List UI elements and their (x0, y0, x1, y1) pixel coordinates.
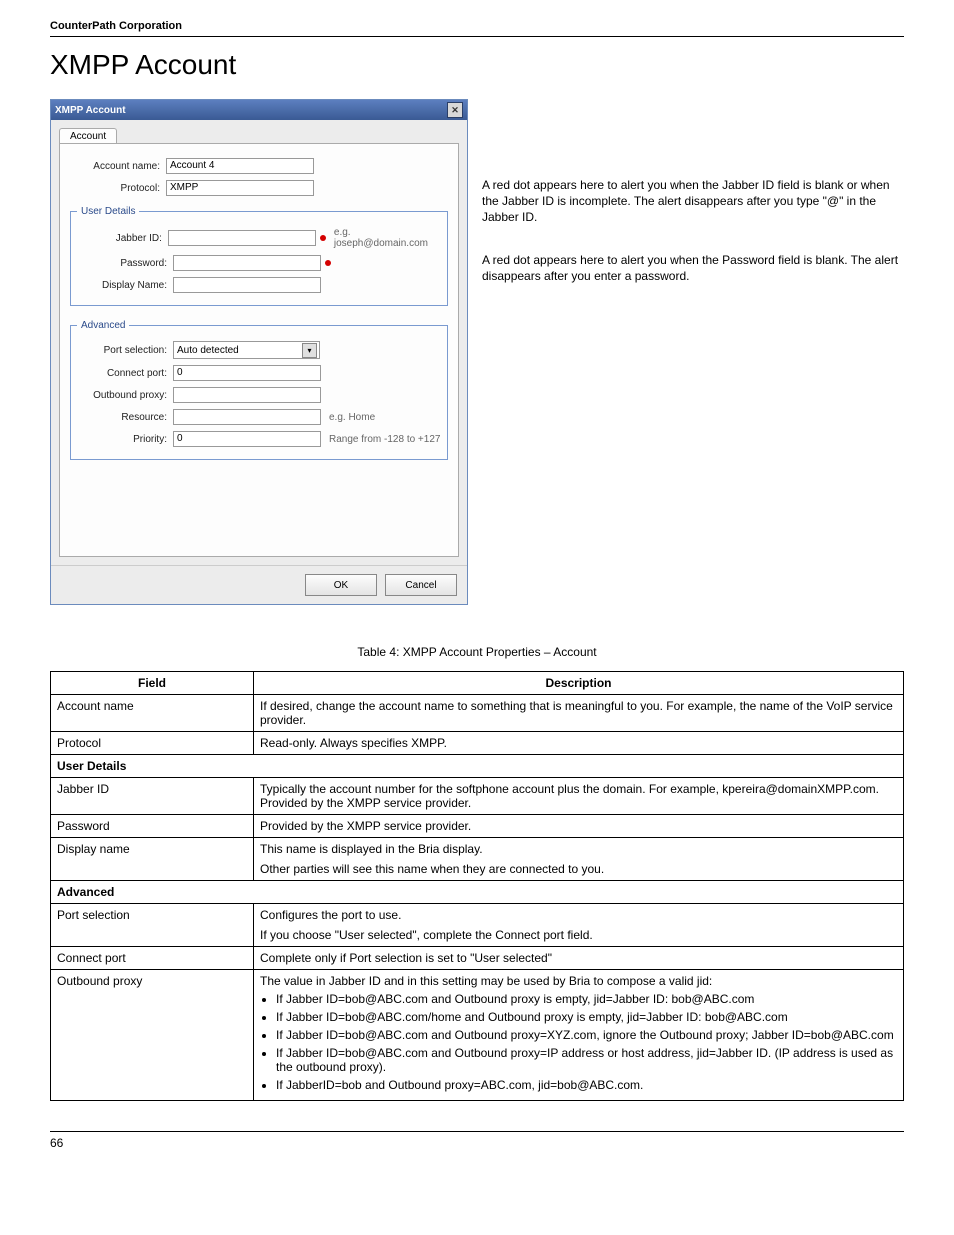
table-row: Account name If desired, change the acco… (51, 695, 904, 732)
advanced-legend: Advanced (77, 320, 129, 331)
cancel-button[interactable]: Cancel (385, 574, 457, 596)
xmpp-account-dialog: XMPP Account ✕ Account Account name: Acc… (50, 99, 468, 605)
table-row: Display name This name is displayed in t… (51, 838, 904, 881)
table-section-row: User Details (51, 755, 904, 778)
dialog-and-annotations: XMPP Account ✕ Account Account name: Acc… (50, 99, 904, 605)
page-header: CounterPath Corporation (50, 20, 904, 37)
tab-content: Account name: Account 4 Protocol: XMPP U… (59, 143, 459, 557)
alert-dot-icon (325, 260, 331, 266)
account-name-label: Account name: (70, 161, 160, 172)
chevron-down-icon: ▾ (302, 343, 317, 358)
table-row: Jabber ID Typically the account number f… (51, 778, 904, 815)
resource-label: Resource: (77, 412, 167, 423)
dialog-footer: OK Cancel (51, 565, 467, 604)
page-title: XMPP Account (50, 49, 904, 81)
annotations: A red dot appears here to alert you when… (482, 99, 904, 310)
display-name-label: Display Name: (77, 280, 167, 291)
connect-port-field[interactable]: 0 (173, 365, 321, 381)
priority-label: Priority: (77, 434, 167, 445)
password-label: Password: (77, 258, 167, 269)
annotation-password: A red dot appears here to alert you when… (482, 252, 904, 284)
th-description: Description (254, 672, 904, 695)
priority-hint: Range from -128 to +127 (329, 434, 440, 445)
password-field[interactable] (173, 255, 321, 271)
user-details-legend: User Details (77, 206, 139, 217)
resource-hint: e.g. Home (329, 412, 375, 423)
jabber-id-field[interactable] (168, 230, 316, 246)
priority-field[interactable]: 0 (173, 431, 321, 447)
th-field: Field (51, 672, 254, 695)
jabber-id-hint: e.g. joseph@domain.com (334, 227, 441, 249)
outbound-proxy-label: Outbound proxy: (77, 390, 167, 401)
table-row: Port selection Configures the port to us… (51, 904, 904, 947)
tab-account[interactable]: Account (59, 128, 117, 144)
alert-dot-icon (320, 235, 326, 241)
table-row: Connect port Complete only if Port selec… (51, 947, 904, 970)
table-row: Outbound proxy The value in Jabber ID an… (51, 970, 904, 1101)
table-caption: Table 4: XMPP Account Properties – Accou… (50, 645, 904, 659)
table-row: Protocol Read-only. Always specifies XMP… (51, 732, 904, 755)
dialog-title: XMPP Account (55, 105, 126, 116)
table-row: Password Provided by the XMPP service pr… (51, 815, 904, 838)
user-details-fieldset: User Details Jabber ID: e.g. joseph@doma… (70, 206, 448, 306)
table-section-row: Advanced (51, 881, 904, 904)
ok-button[interactable]: OK (305, 574, 377, 596)
protocol-field: XMPP (166, 180, 314, 196)
port-selection-value: Auto detected (177, 345, 239, 356)
port-selection-select[interactable]: Auto detected ▾ (173, 341, 320, 359)
close-icon[interactable]: ✕ (447, 102, 463, 118)
resource-field[interactable] (173, 409, 321, 425)
dialog-titlebar: XMPP Account ✕ (51, 100, 467, 120)
advanced-fieldset: Advanced Port selection: Auto detected ▾… (70, 320, 448, 460)
protocol-label: Protocol: (70, 183, 160, 194)
annotation-jabber: A red dot appears here to alert you when… (482, 177, 904, 226)
account-name-field[interactable]: Account 4 (166, 158, 314, 174)
outbound-proxy-field[interactable] (173, 387, 321, 403)
port-selection-label: Port selection: (77, 345, 167, 356)
connect-port-label: Connect port: (77, 368, 167, 379)
jabber-id-label: Jabber ID: (77, 233, 162, 244)
properties-table: Field Description Account name If desire… (50, 671, 904, 1101)
page-footer: 66 (50, 1131, 904, 1150)
display-name-field[interactable] (173, 277, 321, 293)
